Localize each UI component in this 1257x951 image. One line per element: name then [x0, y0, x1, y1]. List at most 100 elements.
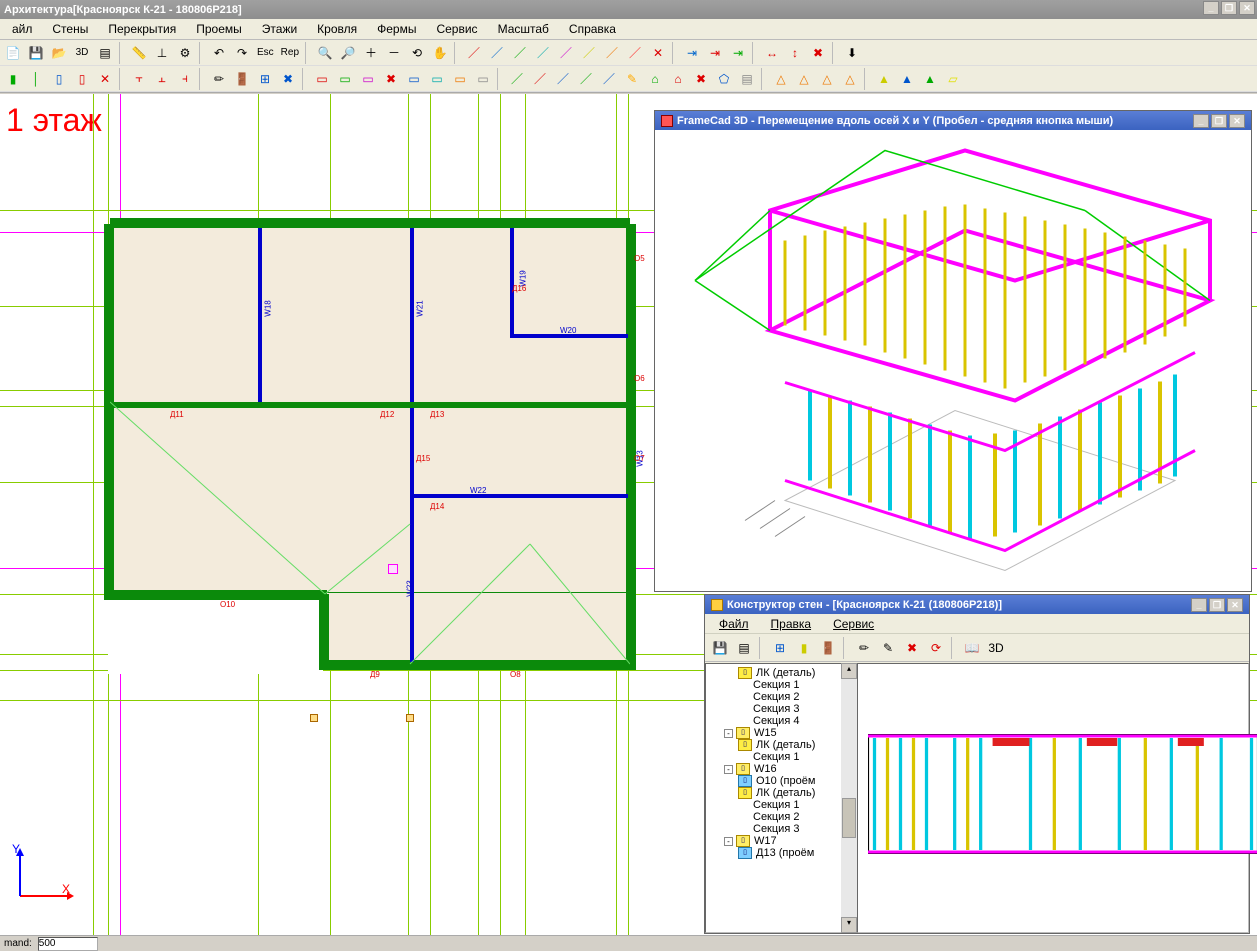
truss-4-icon[interactable]: △: [839, 68, 861, 90]
winc-del-icon[interactable]: ✖: [901, 637, 923, 659]
door-icon[interactable]: 🚪: [231, 68, 253, 90]
undo-icon[interactable]: ↶: [208, 42, 230, 64]
menu-scale[interactable]: Масштаб: [490, 20, 557, 38]
roof-build-icon[interactable]: ▤: [736, 68, 758, 90]
wall-tool-1-icon[interactable]: ⇥: [681, 42, 703, 64]
perp-icon[interactable]: ⊥: [151, 42, 173, 64]
dim-del-icon[interactable]: ✖: [807, 42, 829, 64]
tree-row[interactable]: Секция 1: [706, 799, 856, 811]
rect-green-icon[interactable]: ▭: [334, 68, 356, 90]
align-r-icon[interactable]: ⫞: [174, 68, 196, 90]
win3d-maximize[interactable]: ❐: [1211, 114, 1227, 128]
truss-1-icon[interactable]: △: [770, 68, 792, 90]
win3d-close[interactable]: ✕: [1229, 114, 1245, 128]
truss-green-icon[interactable]: ▲: [919, 68, 941, 90]
menu-floors[interactable]: Перекрытия: [100, 20, 184, 38]
tree-row[interactable]: -▯W16: [706, 763, 856, 775]
menu-openings[interactable]: Проемы: [188, 20, 250, 38]
winc-wall-icon[interactable]: ▮: [793, 637, 815, 659]
menu-file[interactable]: айл: [4, 20, 40, 38]
tree-row[interactable]: Секция 2: [706, 811, 856, 823]
rect-grey-icon[interactable]: ▭: [472, 68, 494, 90]
line-magenta-icon[interactable]: ／: [555, 42, 577, 64]
wall-del-icon[interactable]: ✕: [94, 68, 116, 90]
new-icon[interactable]: 📄: [2, 42, 24, 64]
layers-icon[interactable]: ▤: [94, 42, 116, 64]
wall-red-icon[interactable]: ▯: [71, 68, 93, 90]
save-icon[interactable]: 💾: [25, 42, 47, 64]
roof-line-1-icon[interactable]: ／: [506, 68, 528, 90]
line-blue-icon[interactable]: ／: [486, 42, 508, 64]
zoom-window-icon[interactable]: 🔎: [337, 42, 359, 64]
roof-line-2-icon[interactable]: ／: [529, 68, 551, 90]
tree-row[interactable]: -▯W15: [706, 727, 856, 739]
roof-line-3-icon[interactable]: ／: [552, 68, 574, 90]
wall-thin-icon[interactable]: │: [25, 68, 47, 90]
framecad-3d-window[interactable]: FrameCad 3D - Перемещение вдоль осей X и…: [654, 110, 1252, 592]
line-red-icon[interactable]: ／: [463, 42, 485, 64]
tree-row[interactable]: Секция 2: [706, 691, 856, 703]
tree-row[interactable]: Секция 3: [706, 823, 856, 835]
tree-expander[interactable]: -: [724, 765, 733, 774]
tree-row[interactable]: Секция 3: [706, 703, 856, 715]
wall-tool-2-icon[interactable]: ⇥: [704, 42, 726, 64]
winc-close[interactable]: ✕: [1227, 598, 1243, 612]
wall-green-icon[interactable]: ▮: [2, 68, 24, 90]
truss-blue-icon[interactable]: ▲: [896, 68, 918, 90]
winc-menu-service[interactable]: Сервис: [825, 615, 882, 633]
truss-mag-icon[interactable]: ▱: [942, 68, 964, 90]
tree-row[interactable]: ▯ЛК (деталь): [706, 739, 856, 751]
menu-walls[interactable]: Стены: [44, 20, 96, 38]
line-del-icon[interactable]: ✕: [647, 42, 669, 64]
roof-c-icon[interactable]: ⬠: [713, 68, 735, 90]
menu-service[interactable]: Сервис: [428, 20, 485, 38]
tree-row[interactable]: ▯ЛК (деталь): [706, 787, 856, 799]
tree-row[interactable]: ▯О10 (проём: [706, 775, 856, 787]
align-c-icon[interactable]: ⫠: [151, 68, 173, 90]
menu-help[interactable]: Справка: [561, 20, 624, 38]
framecad-3d-title[interactable]: FrameCad 3D - Перемещение вдоль осей X и…: [655, 111, 1251, 130]
menu-trusses[interactable]: Фермы: [369, 20, 424, 38]
zoom-out-icon[interactable]: －: [383, 42, 405, 64]
winc-refresh-icon[interactable]: ⟳: [925, 637, 947, 659]
measure-icon[interactable]: 📏: [128, 42, 150, 64]
opening-del-icon[interactable]: ✖: [277, 68, 299, 90]
3d-icon[interactable]: 3D: [71, 42, 93, 64]
winc-door-icon[interactable]: 🚪: [817, 637, 839, 659]
line-green-icon[interactable]: ／: [509, 42, 531, 64]
open-icon[interactable]: 📂: [48, 42, 70, 64]
esc-label[interactable]: Esc: [254, 47, 277, 58]
rep-label[interactable]: Rep: [278, 47, 302, 58]
marker-icon[interactable]: [406, 714, 414, 722]
tree-expander[interactable]: -: [724, 837, 733, 846]
line-orange-icon[interactable]: ／: [601, 42, 623, 64]
winc-menu-file[interactable]: Файл: [711, 615, 757, 633]
roof-line-4-icon[interactable]: ／: [575, 68, 597, 90]
rect-mag-icon[interactable]: ▭: [357, 68, 379, 90]
export-icon[interactable]: ⬇: [841, 42, 863, 64]
dim-v-icon[interactable]: ↕: [784, 42, 806, 64]
truss-3-icon[interactable]: △: [816, 68, 838, 90]
winc-mark-icon[interactable]: ✎: [877, 637, 899, 659]
tree-row[interactable]: ▯Д13 (проём: [706, 847, 856, 859]
tree-expander[interactable]: -: [724, 729, 733, 738]
wall-tree[interactable]: ▯ЛК (деталь)▴Секция 1Секция 2Секция 3Сек…: [705, 663, 857, 933]
winc-edit-icon[interactable]: ✏: [853, 637, 875, 659]
truss-yellow-icon[interactable]: ▲: [873, 68, 895, 90]
rect-blue-icon[interactable]: ▭: [403, 68, 425, 90]
tree-row[interactable]: ▯ЛК (деталь)▴: [706, 666, 856, 679]
marker-icon[interactable]: [310, 714, 318, 722]
dim-h-icon[interactable]: ↔: [761, 42, 783, 64]
roof-edit-icon[interactable]: ✎: [621, 68, 643, 90]
winc-maximize[interactable]: ❐: [1209, 598, 1225, 612]
wall-elevation-view[interactable]: [857, 663, 1249, 933]
command-input[interactable]: [38, 937, 98, 951]
roof-line-5-icon[interactable]: ／: [598, 68, 620, 90]
wall-constructor-title[interactable]: Конструктор стен - [Красноярск К-21 (180…: [705, 595, 1249, 614]
settings-icon[interactable]: ⚙: [174, 42, 196, 64]
wall-blue-icon[interactable]: ▯: [48, 68, 70, 90]
window-icon[interactable]: ⊞: [254, 68, 276, 90]
rect-del-icon[interactable]: ✖: [380, 68, 402, 90]
scroll-up-icon[interactable]: ▴: [841, 663, 857, 679]
rect-cyan-icon[interactable]: ▭: [426, 68, 448, 90]
